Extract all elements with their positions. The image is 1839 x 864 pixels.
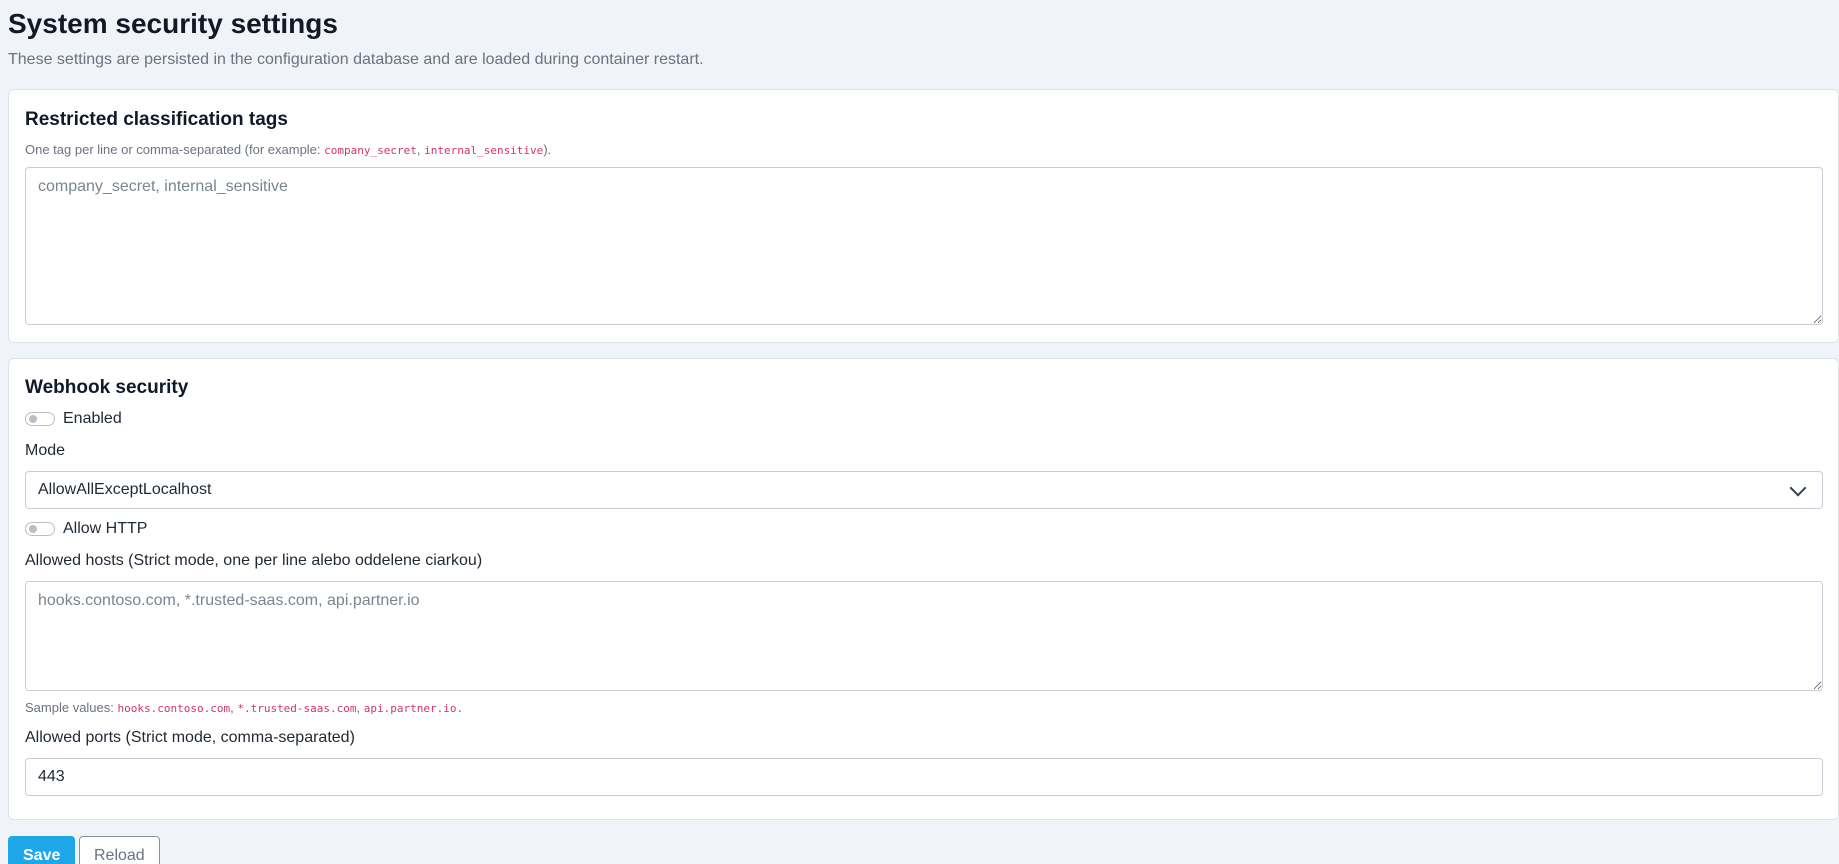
classification-tags-title: Restricted classification tags bbox=[25, 109, 288, 130]
allowed-hosts-label: Allowed hosts (Strict mode, one per line… bbox=[25, 552, 483, 569]
enabled-toggle[interactable] bbox=[25, 412, 55, 426]
toggle-knob bbox=[29, 415, 37, 423]
sample-values-prefix: Sample values: bbox=[25, 700, 118, 715]
allow-http-toggle[interactable] bbox=[25, 522, 55, 536]
help-text-prefix: One tag per line or comma-separated (for… bbox=[25, 142, 325, 157]
webhook-security-card: Webhook security Enabled Mode AllowAllEx… bbox=[8, 358, 1839, 820]
help-text-suffix: ). bbox=[543, 142, 552, 157]
allow-http-toggle-row[interactable]: Allow HTTP bbox=[25, 519, 147, 539]
save-button[interactable]: Save bbox=[8, 836, 76, 864]
reload-button[interactable]: Reload bbox=[79, 836, 160, 864]
classification-tags-textarea[interactable] bbox=[25, 167, 1823, 325]
allowed-hosts-textarea[interactable] bbox=[25, 581, 1823, 691]
sample-value: api.partner.io bbox=[363, 702, 457, 715]
sample-suffix: . bbox=[456, 702, 464, 715]
sample-separator: , bbox=[356, 700, 364, 715]
allowed-ports-label: Allowed ports (Strict mode, comma-separa… bbox=[25, 729, 355, 746]
sample-value: *.trusted-saas.com bbox=[237, 702, 357, 715]
allowed-ports-input[interactable] bbox=[25, 758, 1823, 796]
enabled-toggle-row[interactable]: Enabled bbox=[25, 409, 122, 429]
help-example-tag: company_secret bbox=[324, 144, 417, 157]
page-title: System security settings bbox=[8, 8, 338, 39]
classification-tags-help: One tag per line or comma-separated (for… bbox=[25, 142, 551, 159]
mode-select[interactable]: AllowAllExceptLocalhost bbox=[25, 471, 1823, 509]
classification-tags-card: Restricted classification tags One tag p… bbox=[8, 89, 1839, 343]
help-separator: , bbox=[416, 142, 425, 157]
sample-values-help: Sample values: hooks.contoso.com, *.trus… bbox=[25, 700, 463, 717]
help-example-tag: internal_sensitive bbox=[424, 144, 544, 157]
allow-http-label: Allow HTTP bbox=[63, 520, 148, 537]
webhook-security-title: Webhook security bbox=[25, 377, 189, 398]
chevron-down-icon bbox=[1789, 479, 1807, 496]
sample-value: hooks.contoso.com bbox=[117, 702, 231, 715]
page-description: These settings are persisted in the conf… bbox=[8, 51, 704, 68]
toggle-knob bbox=[29, 525, 37, 533]
enabled-label: Enabled bbox=[63, 410, 122, 427]
mode-label: Mode bbox=[25, 442, 66, 459]
page: System security settings These settings … bbox=[0, 0, 1839, 864]
mode-select-value: AllowAllExceptLocalhost bbox=[38, 481, 212, 498]
